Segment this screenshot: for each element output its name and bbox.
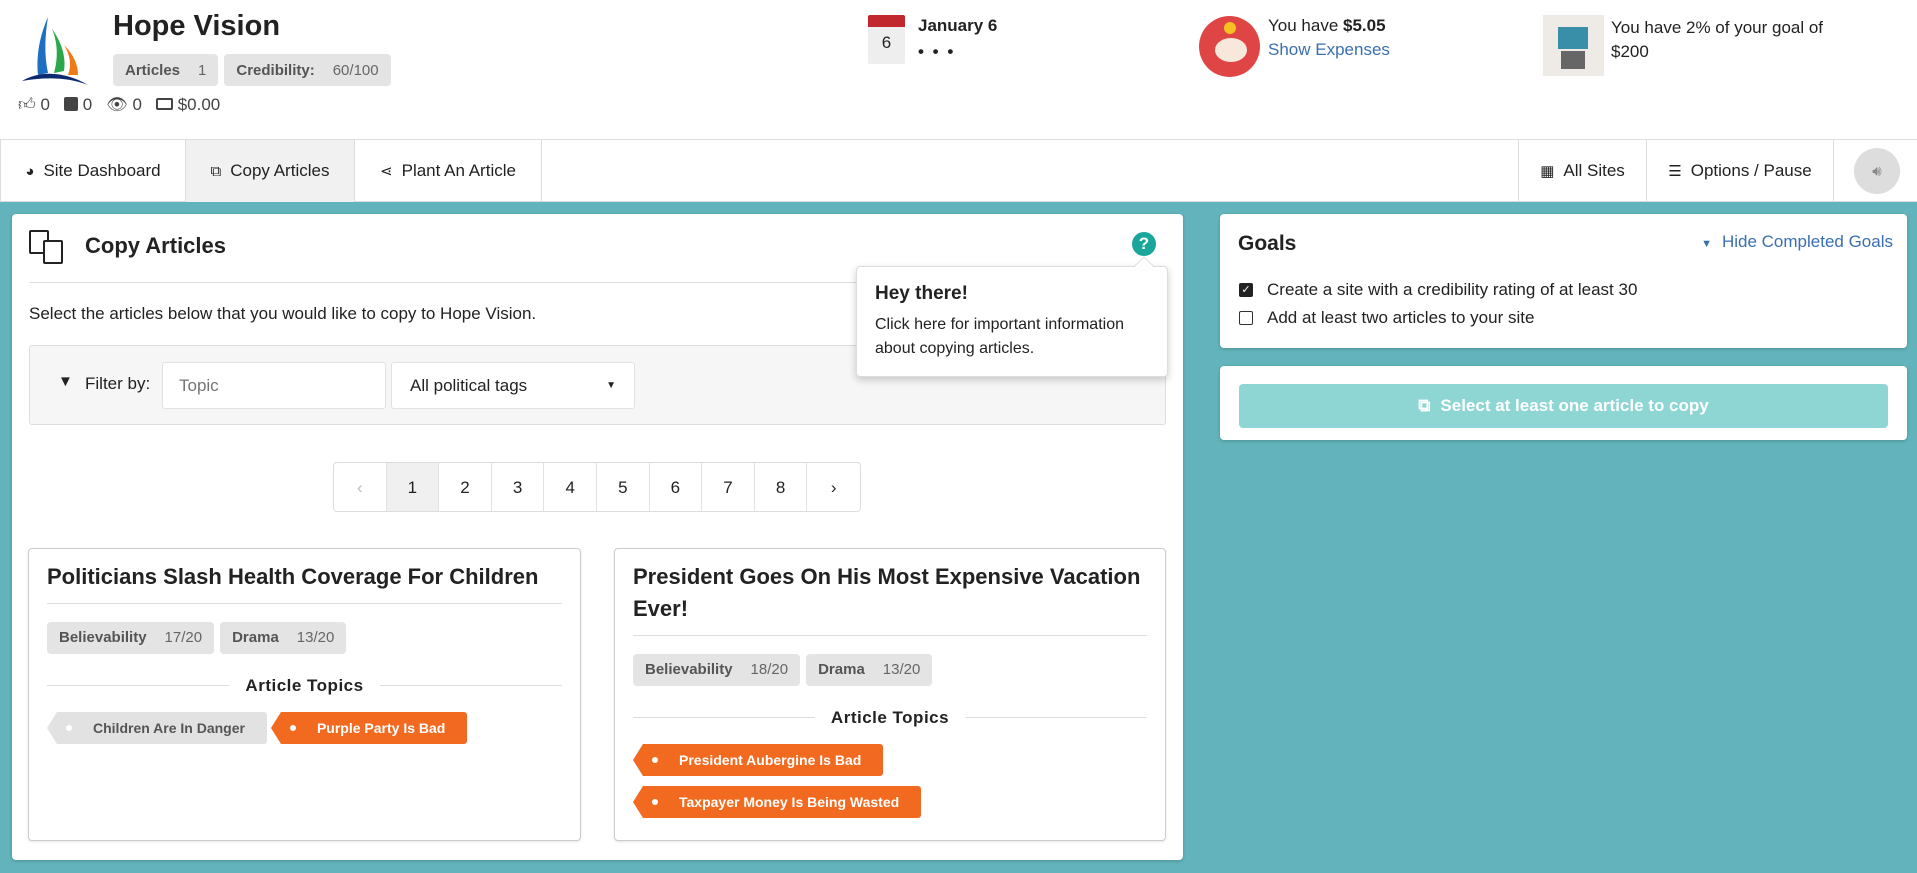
tab-plant-article[interactable]: ⋖ Plant An Article: [355, 140, 542, 202]
current-date: January 6: [918, 16, 998, 35]
topic-tag: Children Are In Danger: [47, 711, 267, 744]
panel-description: Select the articles below that you would…: [29, 304, 537, 323]
volume-icon: 🔊︎: [1872, 162, 1882, 180]
article-title: President Goes On His Most Expensive Vac…: [633, 564, 1141, 621]
pagination: ‹ 1 2 3 4 5 6 7 8 ›: [333, 462, 861, 512]
site-name: Hope Vision: [113, 10, 281, 42]
grid-icon: ▦: [1540, 163, 1555, 180]
article-card[interactable]: Politicians Slash Health Coverage For Ch…: [28, 548, 581, 841]
page-5[interactable]: 5: [597, 463, 650, 511]
political-tag-select[interactable]: All political tags ▼: [391, 362, 635, 409]
pagination-next[interactable]: ›: [807, 463, 860, 511]
copy-icon: ⧉: [210, 162, 222, 180]
believability-badge: Believability 17/20: [47, 621, 215, 654]
page-2[interactable]: 2: [439, 463, 492, 511]
panel-title: Copy Articles: [85, 233, 227, 258]
dashboard-icon: ◕: [25, 162, 35, 180]
pagination-prev[interactable]: ‹: [334, 463, 387, 511]
articles-badge: Articles 1: [113, 54, 219, 86]
options-pause-button[interactable]: ☰ Options / Pause: [1647, 140, 1834, 202]
drama-badge: Drama 13/20: [220, 621, 347, 654]
copy-action-panel: ⧉ Select at least one article to copy: [1220, 366, 1907, 440]
tab-copy-articles[interactable]: ⧉ Copy Articles: [186, 140, 355, 202]
goal-image: [1543, 15, 1604, 76]
sliders-icon: ☰: [1668, 163, 1682, 180]
main-nav: ◕ Site Dashboard ⧉ Copy Articles ⋖ Plant An…: [0, 140, 1917, 202]
filter-label: Filter by:: [85, 374, 151, 393]
show-expenses-link[interactable]: Show Expenses: [1268, 40, 1390, 60]
share-square-icon: [63, 96, 78, 111]
page-8[interactable]: 8: [755, 463, 808, 511]
help-popover[interactable]: Hey there! Click here for important info…: [856, 256, 1168, 377]
topic-tag: Purple Party Is Bad: [270, 711, 468, 744]
help-icon[interactable]: ?: [1132, 232, 1156, 256]
wallet-balance: You have $5.05: [1268, 16, 1386, 35]
checkbox-checked[interactable]: ✓: [1239, 283, 1253, 297]
thumbs-up-icon: 👍︎: [18, 95, 36, 114]
page-6[interactable]: 6: [650, 463, 703, 511]
goals-panel: Goals ▼ Hide Completed Goals ✓ Create a si…: [1220, 214, 1907, 348]
topics-heading: Article Topics: [830, 707, 950, 727]
money-icon: [155, 97, 173, 110]
believability-badge: Believability 18/20: [633, 653, 801, 686]
calendar-icon: 6: [868, 15, 905, 64]
eye-icon: 👁︎: [106, 94, 128, 114]
article-title: Politicians Slash Health Coverage For Ch…: [47, 564, 539, 589]
page-7[interactable]: 7: [702, 463, 755, 511]
drama-badge: Drama 13/20: [806, 653, 933, 686]
filter-icon: ▼: [58, 373, 73, 390]
piggy-bank-icon: [1199, 16, 1260, 77]
topic-tag: President Aubergine Is Bad: [632, 743, 884, 776]
caret-down-icon: ▼: [1701, 238, 1712, 250]
popover-title: Hey there!: [875, 283, 968, 304]
site-stats: 👍︎ 0 0 👁︎ 0 $0.00: [18, 94, 221, 115]
site-header: Hope Vision Articles 1 Credibility: 60/100…: [0, 0, 1917, 140]
page-4[interactable]: 4: [544, 463, 597, 511]
topic-filter-input[interactable]: [162, 362, 386, 409]
divider: [47, 602, 562, 604]
day-status: • • •: [918, 42, 956, 61]
copy-icon: ⧉: [1418, 396, 1431, 415]
hide-completed-goals-toggle[interactable]: ▼ Hide Completed Goals: [1701, 232, 1893, 252]
copy-articles-panel: Copy Articles ? Select the articles belo…: [12, 214, 1183, 860]
goal-progress-text: You have 2% of your goal of $200: [1611, 18, 1824, 61]
goal-item: Add at least two articles to your site: [1239, 308, 1534, 328]
page-3[interactable]: 3: [492, 463, 545, 511]
goals-title: Goals: [1238, 232, 1297, 255]
goal-item: ✓ Create a site with a credibility rating…: [1239, 280, 1637, 300]
checkbox-unchecked[interactable]: [1239, 311, 1253, 325]
divider: [633, 634, 1147, 636]
copy-articles-button[interactable]: ⧉ Select at least one article to copy: [1239, 384, 1888, 428]
share-icon: ⋖: [380, 163, 393, 180]
credibility-badge: Credibility: 60/100: [224, 54, 391, 86]
page-1[interactable]: 1: [386, 463, 440, 511]
sound-toggle-button[interactable]: 🔊︎: [1854, 148, 1900, 194]
site-logo: [22, 17, 88, 85]
topics-heading: Article Topics: [245, 675, 364, 695]
article-card[interactable]: President Goes On His Most Expensive Vac…: [614, 548, 1166, 841]
all-sites-button[interactable]: ▦ All Sites: [1518, 140, 1647, 202]
caret-down-icon: ▼: [606, 380, 616, 391]
topic-tag: Taxpayer Money Is Being Wasted: [632, 785, 922, 818]
popover-body: Click here for important information abo…: [875, 316, 1124, 357]
tab-site-dashboard[interactable]: ◕ Site Dashboard: [0, 140, 186, 202]
copy-icon: [29, 230, 66, 264]
